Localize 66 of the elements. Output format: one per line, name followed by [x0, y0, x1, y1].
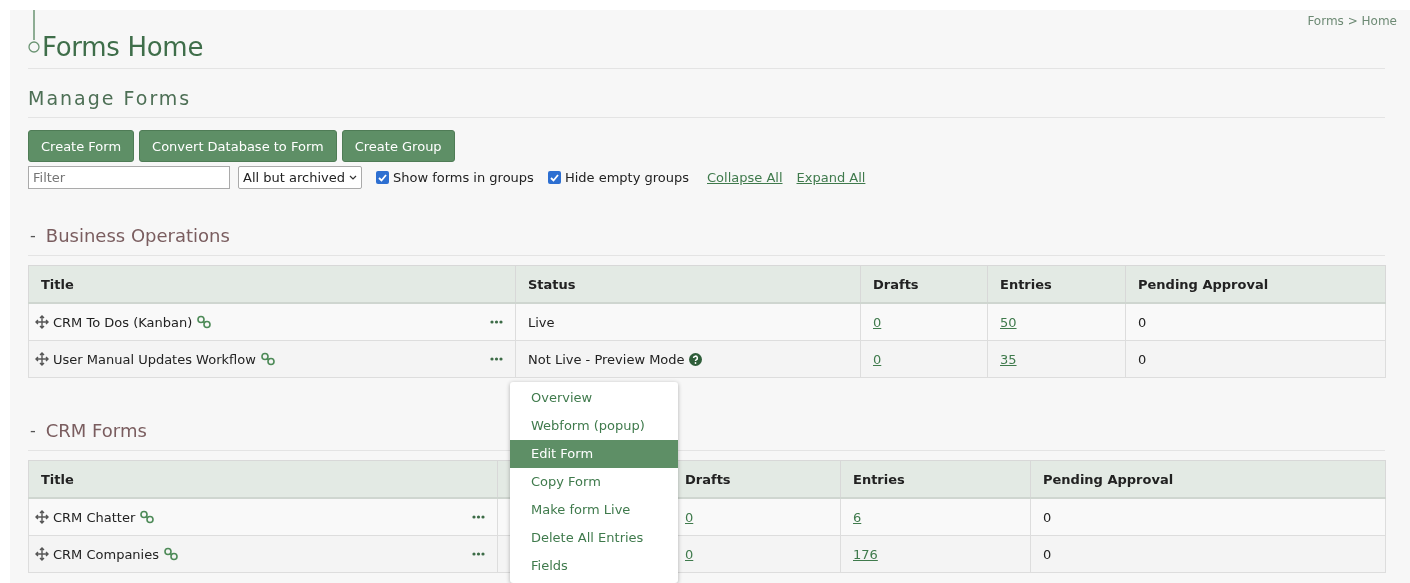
pending-count: 0 — [1138, 314, 1147, 330]
page-title: Forms Home — [42, 32, 204, 62]
column-header: Title — [41, 471, 74, 487]
more-icon[interactable] — [490, 320, 503, 324]
checkbox[interactable] — [547, 171, 561, 184]
entries-link[interactable]: 176 — [853, 546, 878, 562]
drafts-link[interactable]: 0 — [873, 314, 882, 330]
link-icon[interactable] — [259, 352, 276, 366]
link-icon[interactable] — [139, 510, 156, 524]
group-title: Business Operations — [45, 225, 230, 246]
column-header: Drafts — [873, 276, 919, 292]
help-icon[interactable] — [688, 352, 702, 366]
menu-item[interactable]: Make form Live — [510, 496, 678, 524]
more-icon[interactable] — [490, 357, 503, 361]
collapse-toggle[interactable]: - — [30, 226, 36, 245]
checkbox[interactable] — [375, 171, 389, 184]
chevron-icon — [348, 175, 357, 180]
entries-link[interactable]: 35 — [1000, 351, 1017, 367]
column-header: Status — [528, 276, 576, 292]
collapse-toggle[interactable]: - — [30, 421, 36, 440]
form-title: User Manual Updates Workflow — [53, 351, 256, 367]
drafts-link[interactable]: 0 — [685, 546, 694, 562]
menu-item[interactable]: Copy Form — [510, 468, 678, 496]
menu-item[interactable]: Webform (popup) — [510, 412, 678, 440]
more-icon[interactable] — [472, 552, 485, 556]
breadcrumb: Forms > Home — [1307, 14, 1397, 28]
link-icon[interactable] — [163, 547, 179, 561]
entries-link[interactable]: 50 — [1000, 314, 1017, 330]
menu-item[interactable]: Overview — [510, 384, 678, 412]
status-text: Live — [528, 314, 555, 330]
menu-item[interactable]: Delete All Entries — [510, 524, 678, 552]
status-text: Not Live - Preview Mode — [528, 351, 685, 367]
menu-item[interactable]: Edit Form — [510, 440, 678, 468]
more-icon[interactable] — [472, 515, 485, 519]
action-button[interactable]: Create Group — [341, 130, 455, 162]
scope-dropdown[interactable]: All but archived — [238, 166, 362, 189]
form-title: CRM Chatter — [53, 509, 136, 525]
pending-count: 0 — [1043, 509, 1052, 525]
form-title: CRM Companies — [53, 546, 159, 562]
column-header: Entries — [853, 471, 905, 487]
column-header: Drafts — [685, 471, 731, 487]
menu-item[interactable]: Fields — [510, 552, 678, 580]
drag-handle-icon[interactable] — [35, 315, 49, 329]
toggle-link[interactable]: Expand All — [796, 170, 866, 185]
action-button[interactable]: Create Form — [28, 130, 135, 162]
pending-count: 0 — [1138, 351, 1147, 367]
checkbox-label: Hide empty groups — [564, 170, 689, 185]
entries-link[interactable]: 6 — [853, 509, 862, 525]
column-header: Pending Approval — [1138, 276, 1269, 292]
drafts-link[interactable]: 0 — [685, 509, 694, 525]
drag-handle-icon[interactable] — [35, 510, 49, 524]
pending-count: 0 — [1043, 546, 1052, 562]
toggle-link[interactable]: Collapse All — [707, 170, 783, 185]
drafts-link[interactable]: 0 — [873, 351, 882, 367]
link-icon[interactable] — [196, 315, 213, 329]
group-title: CRM Forms — [45, 420, 147, 441]
action-button[interactable]: Convert Database to Form — [139, 130, 337, 162]
drag-handle-icon[interactable] — [35, 547, 49, 561]
column-header: Entries — [1000, 276, 1052, 292]
filter-field[interactable]: Filter — [28, 166, 230, 189]
column-header: Pending Approval — [1043, 471, 1174, 487]
column-header: Title — [41, 276, 74, 292]
section-title: Manage Forms — [28, 69, 1385, 118]
form-title: CRM To Dos (Kanban) — [53, 314, 193, 330]
drag-handle-icon[interactable] — [35, 352, 49, 366]
checkbox-label: Show forms in groups — [392, 170, 534, 185]
